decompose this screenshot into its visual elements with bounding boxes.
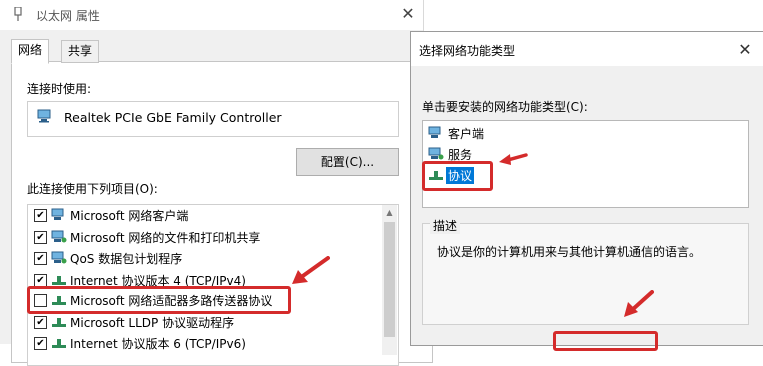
list-item-label: QoS 数据包计划程序 xyxy=(70,252,183,266)
scroll-up-icon[interactable]: ▲ xyxy=(382,205,397,220)
description-title: 描述 xyxy=(430,217,461,234)
annotation-highlight-box xyxy=(422,161,493,191)
list-item[interactable]: ✔ Microsoft 网络的文件和打印机共享 xyxy=(34,227,374,247)
list-item-label: Microsoft LLDP 协议驱动程序 xyxy=(70,316,235,330)
protocol-icon xyxy=(52,276,66,285)
checkbox[interactable]: ✔ xyxy=(34,252,47,265)
close-icon[interactable]: ✕ xyxy=(735,40,755,60)
checkbox[interactable]: ✔ xyxy=(34,231,47,244)
list-item[interactable]: ✔ Internet 协议版本 6 (TCP/IPv6) xyxy=(34,333,374,353)
checkbox[interactable]: ✔ xyxy=(34,316,47,329)
annotation-arrow-icon xyxy=(624,290,654,317)
network-adapter-icon xyxy=(37,109,51,123)
ethernet-icon xyxy=(14,7,22,21)
client-icon xyxy=(51,208,64,220)
annotation-highlight-box xyxy=(27,286,291,314)
items-label: 此连接使用下列项目(O): xyxy=(27,182,158,196)
service-icon xyxy=(51,251,67,264)
annotation-arrow-icon xyxy=(499,153,528,165)
annotation-highlight-box xyxy=(553,331,658,351)
description-group xyxy=(422,223,749,325)
description-text: 协议是你的计算机用来与其他计算机通信的语言。 xyxy=(437,245,702,259)
client-icon xyxy=(428,126,441,138)
close-icon[interactable]: ✕ xyxy=(398,4,418,24)
scroll-thumb[interactable] xyxy=(384,222,395,337)
list-item-label: Microsoft 网络客户端 xyxy=(70,209,189,223)
checkbox[interactable]: ✔ xyxy=(34,209,47,222)
feature-type-label: 客户端 xyxy=(448,127,485,141)
protocol-icon xyxy=(52,318,66,327)
feature-type-label: 单击要安装的网络功能类型(C): xyxy=(422,100,588,114)
dialog-title: 选择网络功能类型 xyxy=(419,44,516,58)
annotation-arrow-icon xyxy=(292,256,330,284)
service-icon xyxy=(428,147,444,160)
connect-using-label: 连接时使用: xyxy=(27,82,92,96)
adapter-name: Realtek PCIe GbE Family Controller xyxy=(64,110,282,125)
tab-sharing[interactable]: 共享 xyxy=(61,40,100,63)
protocol-icon xyxy=(52,339,66,348)
configure-button[interactable]: 配置(C)... xyxy=(296,148,399,176)
list-item[interactable]: ✔ Microsoft LLDP 协议驱动程序 xyxy=(34,312,374,332)
list-item[interactable]: ✔ Microsoft 网络客户端 xyxy=(34,205,374,225)
list-item-label: Microsoft 网络的文件和打印机共享 xyxy=(70,231,261,245)
service-icon xyxy=(51,230,67,243)
left-window-title: 以太网 属性 xyxy=(36,9,100,23)
tab-network[interactable]: 网络 xyxy=(11,39,50,64)
